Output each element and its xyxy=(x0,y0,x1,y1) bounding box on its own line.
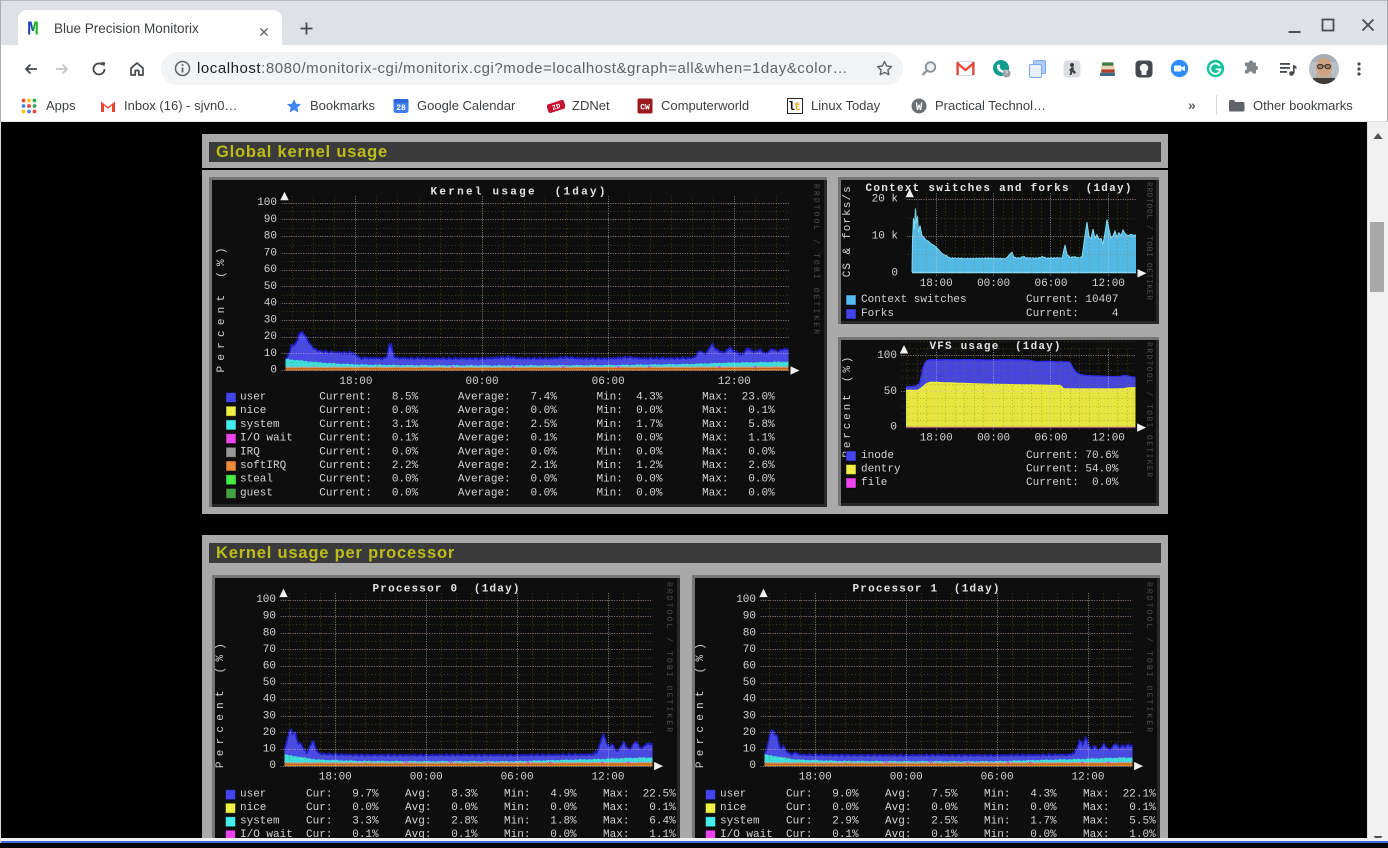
svg-text:CS & forks/s: CS & forks/s xyxy=(842,186,854,277)
svg-text:40: 40 xyxy=(264,298,277,310)
svg-text:50: 50 xyxy=(743,677,756,689)
svg-text:W: W xyxy=(916,101,923,113)
svg-text:user Current: 8.5%: user Current: 8.5% Average: 7.4% Min: 4.… xyxy=(240,392,775,404)
svg-text:Kernel usage (1day): Kernel usage (1day) xyxy=(431,187,606,199)
svg-text:00:00: 00:00 xyxy=(410,772,443,784)
svg-text:60: 60 xyxy=(264,264,277,276)
svg-text:Context switches Curre: Context switches Current: 10407 xyxy=(861,294,1118,306)
svg-text:30: 30 xyxy=(263,710,276,722)
svg-text:12:00: 12:00 xyxy=(718,376,751,388)
svg-text:system Cur: 2.9% Avg:: system Cur: 2.9% Avg: 2.5% Min: 1.7% Max… xyxy=(720,816,1156,828)
svg-text:user Cur: 9.7% Avg:: user Cur: 9.7% Avg: 8.3% Min: 4.9% Max: … xyxy=(240,789,676,801)
svg-text:?: ? xyxy=(1004,70,1008,77)
svg-text:80: 80 xyxy=(743,627,756,639)
svg-text:06:00: 06:00 xyxy=(501,772,534,784)
svg-text:80: 80 xyxy=(263,627,276,639)
svg-text:guest Current: 0.0%: guest Current: 0.0% Average: 0.0% Min: 0… xyxy=(240,487,775,499)
svg-text:60: 60 xyxy=(743,661,756,673)
svg-text:CW: CW xyxy=(640,103,650,112)
svg-text:M: M xyxy=(27,18,38,36)
svg-text:10: 10 xyxy=(743,744,756,756)
svg-text:100: 100 xyxy=(877,350,897,362)
svg-text:RRDTOOL / TOBI OETIKER: RRDTOOL / TOBI OETIKER xyxy=(811,184,820,334)
svg-text:nice Cur: 0.0% Avg:: nice Cur: 0.0% Avg: 0.0% Min: 0.0% Max: … xyxy=(720,802,1156,814)
svg-text:Context switches and forks (1: Context switches and forks (1day) xyxy=(866,183,1132,195)
svg-text:RRDTOOL / TOBI OETIKER: RRDTOOL / TOBI OETIKER xyxy=(1144,582,1153,732)
svg-text:18:00: 18:00 xyxy=(339,376,372,388)
svg-text:20: 20 xyxy=(264,331,277,343)
svg-text:60: 60 xyxy=(263,661,276,673)
svg-text:dentry Curre: dentry Current: 54.0% xyxy=(861,464,1119,476)
svg-text:50: 50 xyxy=(263,677,276,689)
svg-text:0: 0 xyxy=(270,365,277,377)
svg-text:10: 10 xyxy=(263,744,276,756)
svg-text:28: 28 xyxy=(396,104,406,113)
svg-text:06:00: 06:00 xyxy=(592,376,625,388)
svg-text:t: t xyxy=(794,100,801,114)
svg-text:90: 90 xyxy=(263,611,276,623)
svg-text:30: 30 xyxy=(743,710,756,722)
svg-text:20 k: 20 k xyxy=(872,194,899,206)
svg-text:file Curre: file Current: 0.0% xyxy=(861,477,1119,489)
svg-text:90: 90 xyxy=(264,214,277,226)
svg-text:nice Cur: 0.0% Avg:: nice Cur: 0.0% Avg: 0.0% Min: 0.0% Max: … xyxy=(240,802,676,814)
svg-text:system Cur: 3.3% Avg:: system Cur: 3.3% Avg: 2.8% Min: 1.8% Max… xyxy=(240,816,676,828)
svg-text:50: 50 xyxy=(884,386,897,398)
svg-text:RRDTOOL / TOBI OETIKER: RRDTOOL / TOBI OETIKER xyxy=(664,582,673,732)
svg-text:70: 70 xyxy=(263,644,276,656)
svg-text:12:00: 12:00 xyxy=(1092,278,1125,290)
svg-text:RRDTOOL / TOBI OETIKER: RRDTOOL / TOBI OETIKER xyxy=(1144,342,1153,477)
svg-text:Processor 1 (1day): Processor 1 (1day) xyxy=(853,584,1000,596)
svg-text:18:00: 18:00 xyxy=(920,433,953,445)
svg-text:RRDTOOL / TOBI OETIKER: RRDTOOL / TOBI OETIKER xyxy=(1144,182,1153,300)
svg-text:20: 20 xyxy=(263,727,276,739)
svg-text:Processor 0 (1day): Processor 0 (1day) xyxy=(373,584,520,596)
svg-text:12:00: 12:00 xyxy=(591,772,624,784)
svg-text:I/O wait Current: 0.1%: I/O wait Current: 0.1% Average: 0.1% Min… xyxy=(240,433,775,445)
svg-text:0: 0 xyxy=(890,422,897,434)
svg-text:0: 0 xyxy=(749,760,756,772)
svg-text:20: 20 xyxy=(743,727,756,739)
svg-text:0: 0 xyxy=(891,267,898,279)
svg-text:90: 90 xyxy=(743,611,756,623)
svg-text:70: 70 xyxy=(743,644,756,656)
svg-text:40: 40 xyxy=(743,694,756,706)
svg-text:00:00: 00:00 xyxy=(977,433,1010,445)
svg-text:VFS usage (1day): VFS usage (1day) xyxy=(930,341,1061,353)
svg-text:00:00: 00:00 xyxy=(466,376,499,388)
svg-text:50: 50 xyxy=(264,281,277,293)
svg-text:Percent (%): Percent (%) xyxy=(215,643,227,768)
svg-text:user Cur: 9.0% Avg:: user Cur: 9.0% Avg: 7.5% Min: 4.3% Max: … xyxy=(720,789,1156,801)
svg-text:Percent (%): Percent (%) xyxy=(216,248,228,373)
svg-text:0: 0 xyxy=(269,760,276,772)
svg-text:12:00: 12:00 xyxy=(1071,772,1104,784)
svg-text:softIRQ Current: 2.2%: softIRQ Current: 2.2% Average: 2.1% Min:… xyxy=(240,460,775,472)
svg-text:40: 40 xyxy=(263,694,276,706)
svg-text:18:00: 18:00 xyxy=(319,772,352,784)
svg-text:Forks Curre: Forks Current: 4 xyxy=(861,308,1119,320)
svg-text:nice Current: 0.0%: nice Current: 0.0% Average: 0.0% Min: 0.… xyxy=(240,405,775,417)
svg-text:18:00: 18:00 xyxy=(920,278,953,290)
svg-text:steal Current: 0.0%: steal Current: 0.0% Average: 0.0% Min: 0… xyxy=(240,474,775,486)
svg-text:06:00: 06:00 xyxy=(1034,278,1067,290)
svg-text:30: 30 xyxy=(264,314,277,326)
svg-text:Percent (%): Percent (%) xyxy=(842,357,854,458)
svg-text:00:00: 00:00 xyxy=(977,278,1010,290)
svg-text:06:00: 06:00 xyxy=(1034,433,1067,445)
svg-text:06:00: 06:00 xyxy=(981,772,1014,784)
svg-text:70: 70 xyxy=(264,247,277,259)
svg-text:18:00: 18:00 xyxy=(799,772,832,784)
svg-text:10: 10 xyxy=(264,348,277,360)
svg-text:IRQ Current: 0.0%: IRQ Current: 0.0% Average: 0.0% Min: 0.0… xyxy=(240,446,775,458)
svg-text:12:00: 12:00 xyxy=(1092,433,1125,445)
svg-text:100: 100 xyxy=(736,594,756,606)
svg-text:100: 100 xyxy=(257,197,277,209)
svg-text:inode Curre: inode Current: 70.6% xyxy=(861,450,1119,462)
svg-text:Percent (%): Percent (%) xyxy=(695,643,707,768)
svg-text:80: 80 xyxy=(264,231,277,243)
svg-text:00:00: 00:00 xyxy=(890,772,923,784)
svg-text:100: 100 xyxy=(256,594,276,606)
svg-text:10 k: 10 k xyxy=(872,231,899,243)
svg-text:system Current: 3.1%: system Current: 3.1% Average: 2.5% Min: … xyxy=(240,419,775,431)
